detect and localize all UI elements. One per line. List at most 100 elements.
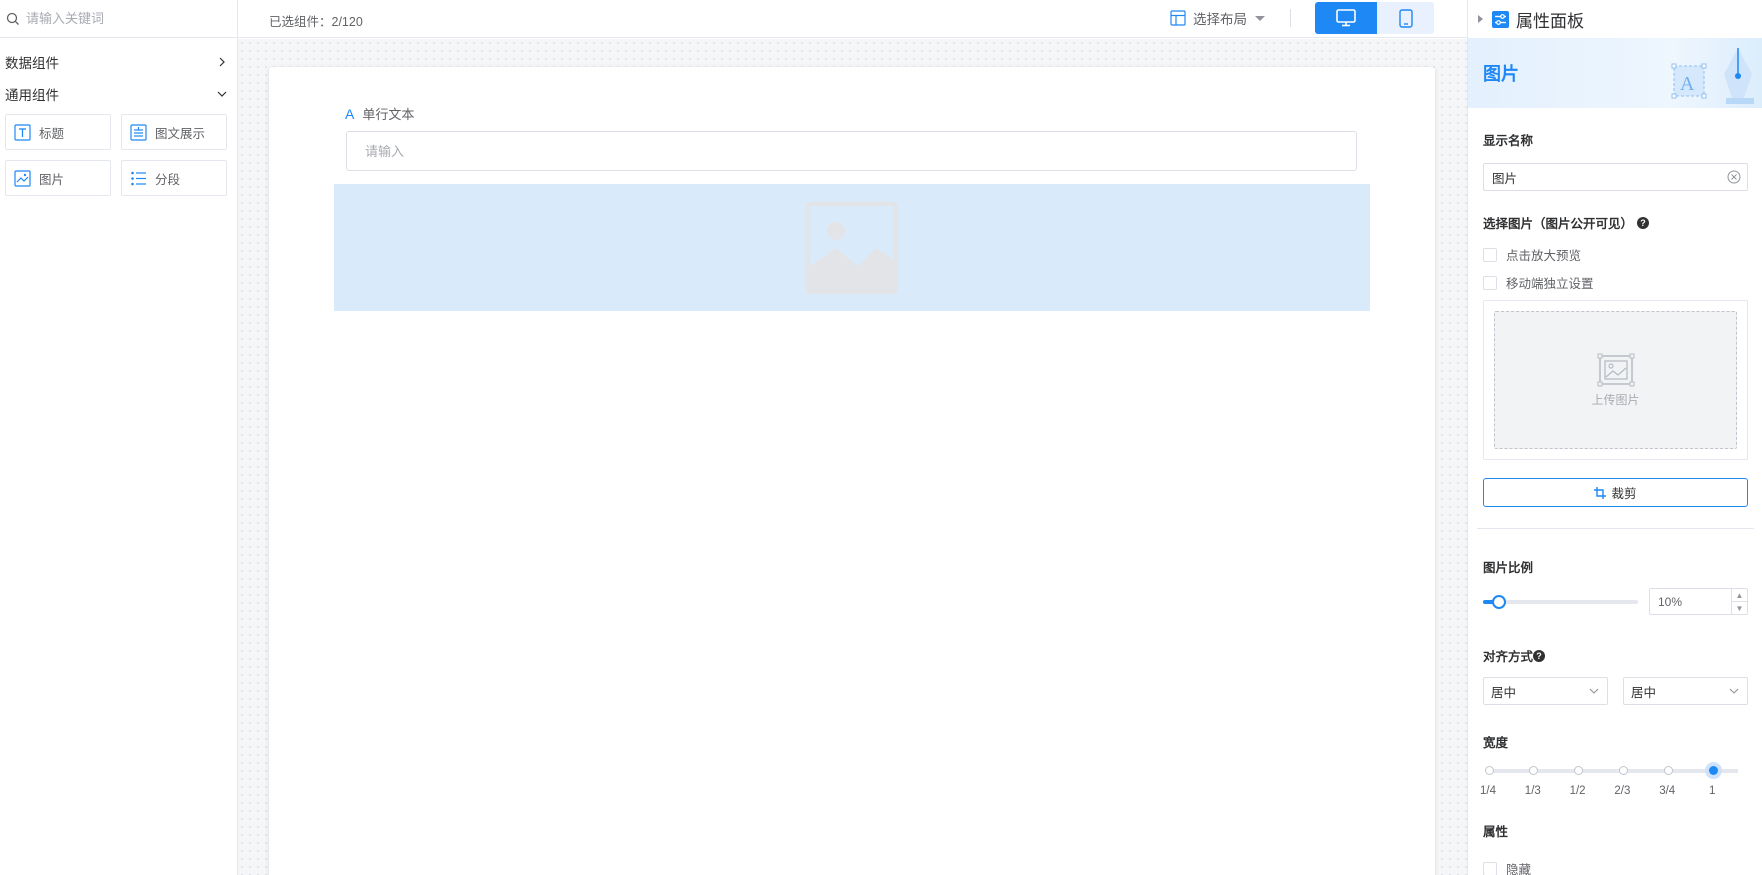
component-label: 标题 — [39, 126, 65, 141]
svg-text:A: A — [1680, 73, 1695, 95]
width-tick-label: 1/4 — [1480, 785, 1496, 797]
component-image[interactable]: 图片 — [5, 160, 111, 196]
width-stop[interactable] — [1618, 766, 1628, 775]
component-label: 图片 — [39, 172, 65, 187]
width-stop[interactable] — [1663, 766, 1673, 775]
text-field-icon: A — [345, 105, 355, 122]
component-panel: 数据组件 通用组件 标题 图文展示 图片 分段 — [0, 0, 238, 875]
horizontal-align-select[interactable]: 居中 — [1483, 677, 1608, 705]
select-image-label: 选择图片（图片公开可见） ? — [1483, 213, 1748, 232]
width-stop[interactable] — [1529, 766, 1539, 775]
search-input[interactable] — [26, 11, 226, 26]
mobile-view-button[interactable] — [1377, 2, 1434, 34]
group-common-components[interactable]: 通用组件 — [0, 78, 237, 110]
form-page: A 单行文本 — [269, 67, 1435, 875]
group-data-components[interactable]: 数据组件 — [0, 46, 237, 78]
clear-icon[interactable] — [1727, 170, 1741, 184]
horizontal-align-value: 居中 — [1491, 685, 1517, 700]
align-label: 对齐方式 ? — [1483, 646, 1748, 665]
title-icon — [13, 123, 31, 141]
chevron-down-icon — [217, 91, 227, 97]
upload-image-icon — [1597, 353, 1634, 386]
expand-triangle-icon — [1478, 15, 1483, 23]
image-upload-wrapper: 上传图片 — [1483, 300, 1748, 460]
ratio-value: 10% — [1658, 594, 1683, 609]
ratio-stepper: ▲ ▼ — [1731, 589, 1747, 614]
increment-icon[interactable]: ▲ — [1732, 589, 1747, 601]
component-title[interactable]: 标题 — [5, 114, 111, 150]
display-name-input[interactable]: 图片 — [1483, 163, 1748, 191]
width-tick-label: 1/2 — [1569, 785, 1586, 797]
properties-header[interactable]: 属性面板 — [1468, 0, 1762, 38]
attributes-label: 属性 — [1483, 825, 1509, 839]
image-placeholder-icon — [806, 201, 898, 294]
mobile-settings-checkbox[interactable]: 移动端独立设置 — [1483, 273, 1748, 292]
help-icon[interactable]: ? — [1637, 216, 1650, 229]
component-section[interactable]: 分段 — [121, 160, 227, 196]
width-stop[interactable] — [1484, 766, 1494, 775]
component-label: 分段 — [155, 172, 181, 187]
image-upload-area[interactable]: 上传图片 — [1494, 311, 1737, 449]
decrement-icon[interactable]: ▼ — [1732, 601, 1747, 614]
preview-checkbox[interactable]: 点击放大预览 — [1483, 245, 1748, 264]
width-slider[interactable] — [1484, 762, 1744, 779]
width-slider-track — [1490, 769, 1738, 773]
checkbox-box[interactable] — [1483, 861, 1497, 875]
chevron-right-icon — [219, 57, 225, 67]
properties-header-label: 属性面板 — [1516, 11, 1584, 31]
width-label: 宽度 — [1483, 736, 1509, 750]
selected-count: 已选组件：2/120 — [269, 15, 363, 29]
layout-icon — [1170, 10, 1186, 26]
component-label: 图文展示 — [155, 126, 206, 141]
checkbox-box[interactable] — [1483, 275, 1497, 290]
vertical-align-select[interactable]: 居中 — [1623, 677, 1748, 705]
width-stop-selected[interactable] — [1704, 762, 1722, 779]
text-field-label: A 单行文本 — [345, 104, 414, 123]
width-tick-labels: 1/4 1/3 1/2 2/3 3/4 1 — [1480, 785, 1748, 799]
ratio-control: 10% ▲ ▼ — [1483, 588, 1748, 615]
component-grid: 标题 图文展示 图片 分段 — [0, 110, 237, 196]
crop-button[interactable]: 裁剪 — [1483, 478, 1748, 507]
mobile-icon — [1398, 8, 1413, 28]
settings-sliders-icon — [1492, 10, 1509, 28]
help-icon[interactable]: ? — [1533, 649, 1546, 662]
chevron-down-icon — [1589, 688, 1599, 694]
vertical-align-value: 居中 — [1631, 685, 1657, 700]
width-stop[interactable] — [1574, 766, 1584, 775]
display-name-label: 显示名称 — [1483, 134, 1534, 148]
design-canvas: A 单行文本 — [238, 39, 1467, 875]
search-icon — [6, 12, 19, 25]
hide-checkbox-label: 隐藏 — [1506, 863, 1532, 875]
group-label: 数据组件 — [5, 56, 59, 71]
layout-select[interactable]: 选择布局 — [1170, 8, 1265, 28]
hide-checkbox[interactable]: 隐藏 — [1483, 859, 1748, 875]
width-tick-label: 2/3 — [1614, 785, 1631, 797]
text-field-input[interactable] — [346, 131, 1357, 171]
display-name-value: 图片 — [1492, 171, 1518, 186]
toolbar-divider — [1290, 9, 1291, 27]
ratio-slider[interactable] — [1483, 594, 1638, 609]
component-image-text[interactable]: 图文展示 — [121, 114, 227, 150]
chevron-down-icon — [1729, 688, 1739, 694]
top-toolbar: 已选组件：2/120 选择布局 — [238, 0, 1467, 38]
preview-checkbox-label: 点击放大预览 — [1506, 249, 1582, 263]
desktop-view-button[interactable] — [1315, 2, 1377, 34]
properties-body: 显示名称 图片 选择图片（图片公开可见） ? 点击放大预览 移动端独立设置 上传… — [1468, 108, 1762, 875]
properties-panel: 属性面板 图片 A 显示名称 图片 选择图片（图片公开可见） ? 点击放大预览 … — [1467, 0, 1762, 875]
checkbox-box[interactable] — [1483, 247, 1497, 262]
width-tick-label: 3/4 — [1659, 785, 1676, 797]
device-switch — [1315, 2, 1434, 34]
component-type-title: 图片 — [1483, 64, 1519, 84]
caret-down-icon — [1255, 15, 1265, 21]
component-type-banner: 图片 A — [1468, 38, 1762, 108]
text-field-label-text: 单行文本 — [362, 107, 415, 122]
ratio-slider-thumb[interactable] — [1491, 594, 1506, 609]
align-selects: 居中 居中 — [1483, 677, 1748, 705]
upload-text: 上传图片 — [1591, 392, 1640, 407]
crop-icon — [1594, 486, 1607, 499]
ratio-number-input[interactable]: 10% ▲ ▼ — [1649, 588, 1748, 615]
ratio-label: 图片比例 — [1483, 561, 1534, 575]
design-illustration-icon: A — [1671, 48, 1754, 104]
image-component-selected[interactable] — [334, 184, 1370, 311]
list-icon — [129, 169, 147, 187]
